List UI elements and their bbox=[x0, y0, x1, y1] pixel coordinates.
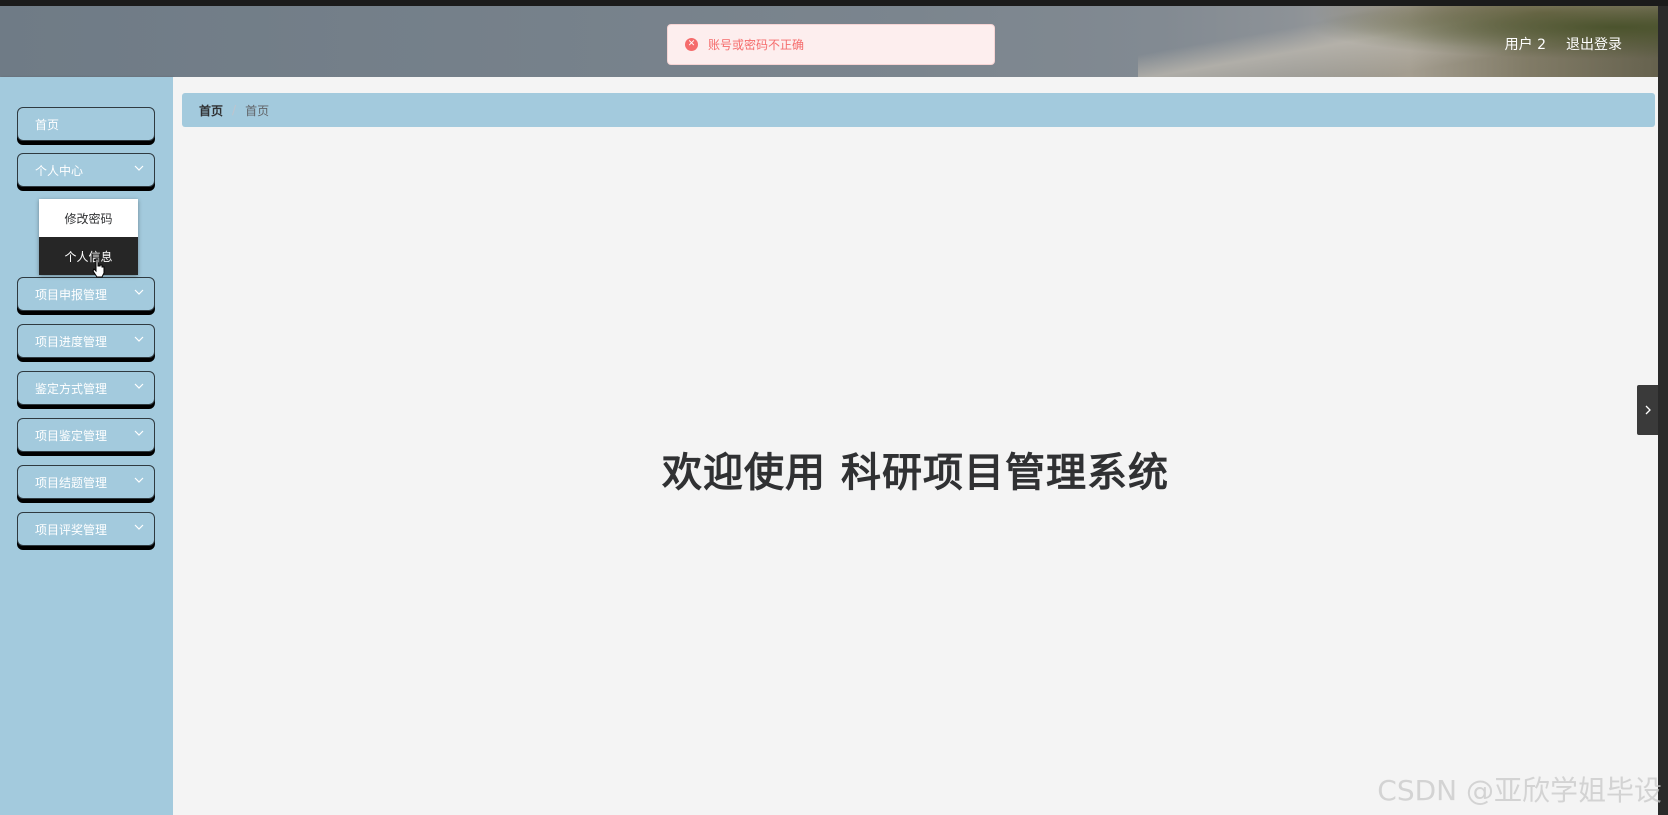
sidebar-item-label: 鉴定方式管理 bbox=[35, 381, 108, 396]
sidebar-item-project-award[interactable]: 项目评奖管理 bbox=[17, 512, 155, 546]
breadcrumb-home[interactable]: 首页 bbox=[199, 102, 223, 119]
chevron-down-icon bbox=[134, 430, 144, 436]
chevron-down-icon bbox=[134, 524, 144, 530]
error-circle-icon: ✕ bbox=[685, 38, 698, 51]
breadcrumb-separator: / bbox=[232, 103, 237, 117]
toast-message: 账号或密码不正确 bbox=[708, 38, 805, 52]
watermark: CSDN @亚欣学姐毕设 bbox=[1377, 774, 1662, 807]
sidebar-item-label: 项目进度管理 bbox=[35, 334, 108, 349]
window-edge-strip bbox=[1658, 6, 1668, 815]
chevron-down-icon bbox=[134, 165, 144, 171]
sidebar-item-label: 项目申报管理 bbox=[35, 287, 108, 302]
submenu-item-personal-info[interactable]: 个人信息 bbox=[39, 237, 138, 275]
error-toast: ✕ 账号或密码不正确 bbox=[667, 24, 995, 65]
sidebar-item-personal-center[interactable]: 个人中心 bbox=[17, 153, 155, 187]
sidebar-item-home[interactable]: 首页 bbox=[17, 107, 155, 141]
app-window: 用户 2 退出登录 ✕ 账号或密码不正确 首页 个人中心 项目申报管理 项目进度… bbox=[0, 0, 1668, 815]
sidebar-item-label: 个人中心 bbox=[35, 163, 84, 178]
breadcrumb-current: 首页 bbox=[245, 103, 270, 118]
submenu-item-change-password[interactable]: 修改密码 bbox=[39, 199, 138, 237]
panel-toggle-button[interactable] bbox=[1637, 385, 1658, 435]
sidebar-item-project-application[interactable]: 项目申报管理 bbox=[17, 277, 155, 311]
main-content: 首页 / 首页 欢迎使用 科研项目管理系统 bbox=[173, 77, 1658, 815]
user-name-link[interactable]: 用户 2 bbox=[1505, 34, 1546, 54]
chevron-down-icon bbox=[134, 477, 144, 483]
sidebar-item-label: 项目评奖管理 bbox=[35, 522, 108, 537]
hand-pointer-icon bbox=[92, 258, 105, 278]
welcome-title: 欢迎使用 科研项目管理系统 bbox=[662, 450, 1169, 496]
sidebar-item-project-progress[interactable]: 项目进度管理 bbox=[17, 324, 155, 358]
chevron-down-icon bbox=[134, 383, 144, 389]
chevron-right-icon bbox=[1645, 405, 1651, 415]
sidebar-item-label: 项目结题管理 bbox=[35, 475, 108, 490]
sidebar-item-project-conclusion[interactable]: 项目结题管理 bbox=[17, 465, 155, 499]
logout-link[interactable]: 退出登录 bbox=[1566, 34, 1622, 54]
sidebar-item-project-appraisal[interactable]: 项目鉴定管理 bbox=[17, 418, 155, 452]
sidebar: 首页 个人中心 项目申报管理 项目进度管理 鉴定方式管理 项目鉴定管理 项目结题… bbox=[0, 77, 173, 815]
chevron-down-icon bbox=[134, 289, 144, 295]
personal-center-submenu: 修改密码 个人信息 bbox=[39, 199, 138, 275]
chevron-down-icon bbox=[134, 336, 144, 342]
breadcrumb: 首页 / 首页 bbox=[182, 93, 1655, 127]
sidebar-item-label: 项目鉴定管理 bbox=[35, 428, 108, 443]
sidebar-item-appraisal-method[interactable]: 鉴定方式管理 bbox=[17, 371, 155, 405]
header-user-area: 用户 2 退出登录 bbox=[1505, 34, 1622, 54]
sidebar-item-label: 首页 bbox=[35, 117, 60, 132]
